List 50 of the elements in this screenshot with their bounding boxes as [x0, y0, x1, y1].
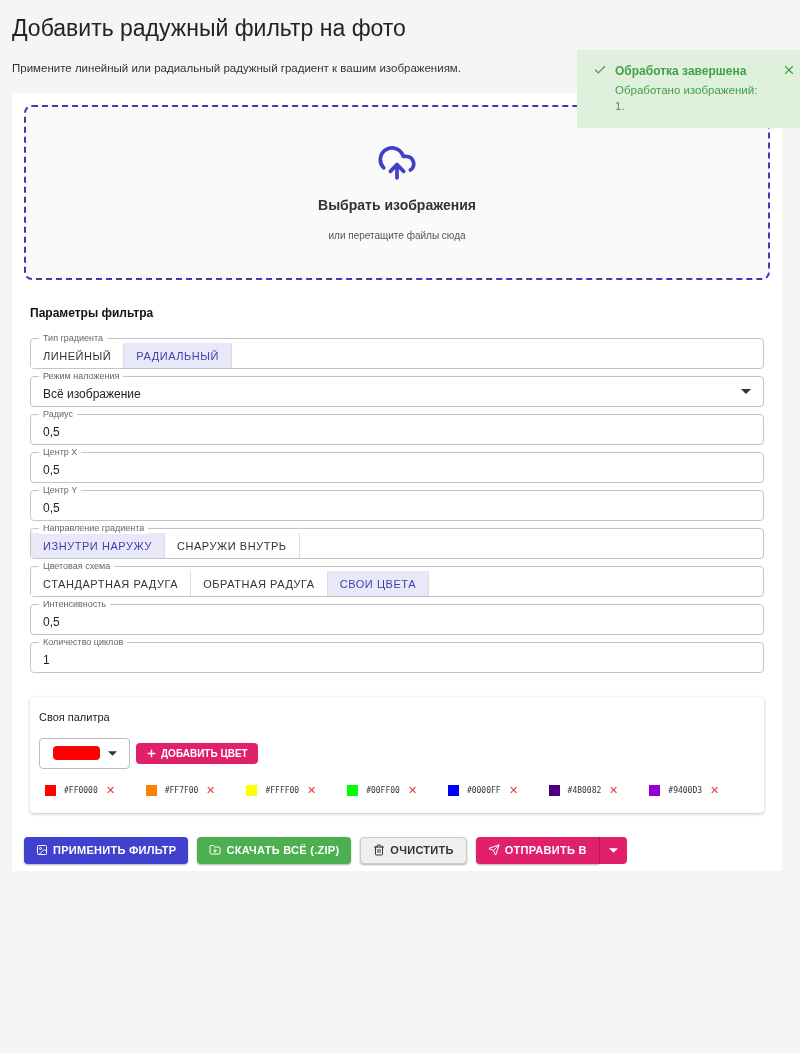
action-button[interactable]: ОТПРАВИТЬ В [475, 836, 599, 864]
field-label: Количество циклов [39, 636, 128, 649]
image-icon [36, 844, 48, 857]
field-label: Центр Y [39, 484, 82, 497]
dropzone-hint: или перетащите файлы сюда [328, 228, 466, 243]
select-value: Всё изображение [43, 385, 141, 403]
toast-title: Обработка завершена [615, 63, 748, 80]
action-button[interactable]: ПРИМЕНИТЬ ФИЛЬТР [24, 836, 189, 864]
folder-icon [209, 844, 222, 857]
field-label: Направление градиента [39, 522, 149, 535]
color-code: #FFFF00 [265, 784, 300, 797]
palette-heading: Своя палитра [39, 710, 111, 726]
caret-icon [608, 847, 618, 853]
remove-button[interactable]: ✕ [710, 785, 720, 797]
color-picker[interactable] [39, 737, 130, 769]
send-icon [487, 844, 500, 857]
page-subtitle: Примените линейный или радиальный радужный градиент к вашим изображениям. [12, 61, 461, 76]
color-code: #9400D3 [668, 784, 703, 797]
dropdown-button[interactable] [598, 836, 627, 864]
add-color-button[interactable]: ДОБАВИТЬ ЦВЕТ [136, 742, 258, 764]
color-code: #0000FF [466, 784, 501, 797]
field-label: Центр X [39, 446, 82, 459]
trash-icon [373, 844, 386, 857]
dropzone-title: Выбрать изображения [318, 195, 476, 215]
section-heading: Параметры фильтра [30, 305, 155, 323]
field-label: Тип градиента [39, 332, 108, 345]
remove-button[interactable]: ✕ [609, 785, 619, 797]
remove-button[interactable]: ✕ [206, 785, 216, 797]
field-label: Цветовая схема [39, 560, 115, 573]
close-icon[interactable] [782, 63, 796, 77]
remove-button[interactable]: ✕ [307, 785, 317, 797]
color-code: #FF7F00 [164, 784, 199, 797]
toggle-option[interactable]: СВОИ ЦВЕТА [327, 571, 430, 597]
page-title: Добавить радужный фильтр на фото [12, 14, 407, 43]
action-button[interactable]: ОЧИСТИТЬ [360, 836, 467, 864]
color-code: #00FF00 [366, 784, 400, 797]
toggle-option[interactable]: СТАНДАРТНАЯ РАДУГА [31, 571, 192, 597]
color-code: #FF0000 [64, 784, 98, 797]
check-icon [593, 63, 607, 77]
remove-button[interactable]: ✕ [407, 785, 417, 797]
caret-icon [107, 750, 117, 756]
field-label: Радиус [39, 408, 77, 421]
toggle-option[interactable]: ЛИНЕЙНЫЙ [31, 343, 125, 369]
remove-button[interactable]: ✕ [105, 785, 115, 797]
toggle-option[interactable]: ИЗНУТРИ НАРУЖУ [31, 533, 165, 559]
remove-button[interactable]: ✕ [508, 785, 518, 797]
caret-icon [741, 389, 751, 395]
toggle-option[interactable]: РАДИАЛЬНЫЙ [124, 343, 233, 369]
plus-icon [146, 747, 157, 759]
color-code: #4B0082 [567, 784, 602, 797]
